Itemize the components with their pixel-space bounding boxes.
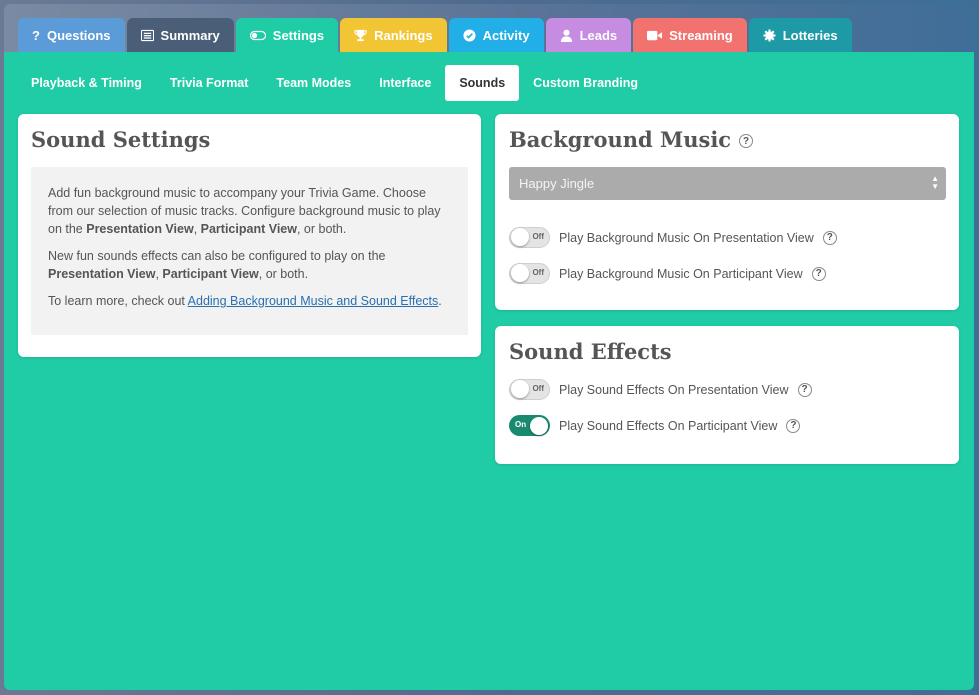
sound-settings-title: Sound Settings: [31, 127, 211, 152]
tab-rankings[interactable]: Rankings: [340, 18, 447, 52]
tab-settings[interactable]: Settings: [235, 18, 339, 52]
tab-label: Rankings: [374, 27, 433, 43]
background-music-card: Background Music ? Happy Jingle ▲ ▼ Off P…: [495, 114, 959, 310]
sound-effects-card: Sound Effects Off Play Sound Effects On …: [495, 326, 959, 464]
sfx-participant-toggle[interactable]: On: [509, 415, 550, 436]
video-icon: [647, 30, 663, 40]
help-icon[interactable]: ?: [797, 382, 812, 397]
background-music-header: Background Music ?: [509, 127, 754, 152]
sound-settings-info: Add fun background music to accompany yo…: [31, 167, 468, 335]
settings-panel: Playback & Timing Trivia Format Team Mod…: [4, 52, 974, 690]
gear-icon: [763, 28, 776, 42]
top-tab-bar: ? Questions Summary Settings Rankings Ac…: [4, 4, 974, 52]
toggle-icon: [249, 30, 266, 40]
tab-lotteries[interactable]: Lotteries: [748, 18, 852, 52]
main-tabs: ? Questions Summary Settings Rankings Ac…: [18, 18, 852, 52]
tab-activity[interactable]: Activity: [448, 18, 544, 52]
toggle-knob: [530, 416, 548, 435]
tab-summary[interactable]: Summary: [126, 18, 234, 52]
background-music-title: Background Music: [509, 127, 732, 152]
tab-label: Summary: [160, 27, 220, 43]
help-icon[interactable]: ?: [739, 134, 754, 148]
bg-music-presentation-row: Off Play Background Music On Presentatio…: [509, 227, 837, 248]
help-icon[interactable]: ?: [786, 418, 801, 433]
tab-label: Settings: [272, 27, 325, 43]
info-paragraph-2: New fun sounds effects can also be confi…: [48, 249, 386, 281]
question-icon: ?: [32, 27, 40, 43]
tab-label: Streaming: [669, 27, 733, 43]
info-paragraph-3: To learn more, check out Adding Backgrou…: [48, 294, 442, 308]
help-icon[interactable]: ?: [822, 230, 837, 245]
selected-track: Happy Jingle: [519, 176, 595, 191]
subtab-trivia-format[interactable]: Trivia Format: [156, 65, 263, 101]
sfx-participant-row: On Play Sound Effects On Participant Vie…: [509, 415, 801, 436]
tab-streaming[interactable]: Streaming: [633, 18, 747, 52]
help-article-link[interactable]: Adding Background Music and Sound Effect…: [188, 294, 439, 308]
subtab-interface[interactable]: Interface: [365, 65, 445, 101]
user-icon: [560, 29, 572, 42]
music-track-select[interactable]: Happy Jingle ▲ ▼: [509, 167, 946, 200]
app-frame: ? Questions Summary Settings Rankings Ac…: [4, 4, 974, 690]
sfx-presentation-row: Off Play Sound Effects On Presentation V…: [509, 379, 812, 400]
bg-music-participant-row: Off Play Background Music On Participant…: [509, 263, 826, 284]
sfx-presentation-toggle[interactable]: Off: [509, 379, 550, 400]
toggle-knob: [511, 264, 529, 282]
tab-label: Leads: [579, 27, 618, 43]
toggle-knob: [511, 380, 529, 398]
toggle-knob: [511, 228, 529, 246]
tab-questions[interactable]: ? Questions: [18, 18, 125, 52]
trophy-icon: [354, 29, 367, 41]
subtab-team-modes[interactable]: Team Modes: [262, 65, 365, 101]
info-paragraph-1: Add fun background music to accompany yo…: [48, 186, 441, 236]
tab-label: Questions: [46, 27, 111, 43]
bg-music-participant-toggle[interactable]: Off: [509, 263, 550, 284]
tab-label: Lotteries: [782, 27, 838, 43]
sound-settings-card: Sound Settings Add fun background music …: [18, 114, 481, 357]
subtab-playback-timing[interactable]: Playback & Timing: [17, 65, 156, 101]
sound-effects-title: Sound Effects: [509, 339, 672, 364]
subtab-sounds[interactable]: Sounds: [445, 65, 520, 101]
select-arrows-icon: ▲ ▼: [931, 174, 939, 191]
settings-subtabs: Playback & Timing Trivia Format Team Mod…: [17, 65, 652, 101]
bg-music-presentation-toggle[interactable]: Off: [509, 227, 550, 248]
summary-icon: [140, 29, 154, 41]
tab-label: Activity: [482, 27, 530, 43]
subtab-custom-branding[interactable]: Custom Branding: [519, 65, 652, 101]
help-icon[interactable]: ?: [811, 266, 826, 281]
tab-leads[interactable]: Leads: [545, 18, 632, 52]
check-circle-icon: [463, 28, 476, 42]
